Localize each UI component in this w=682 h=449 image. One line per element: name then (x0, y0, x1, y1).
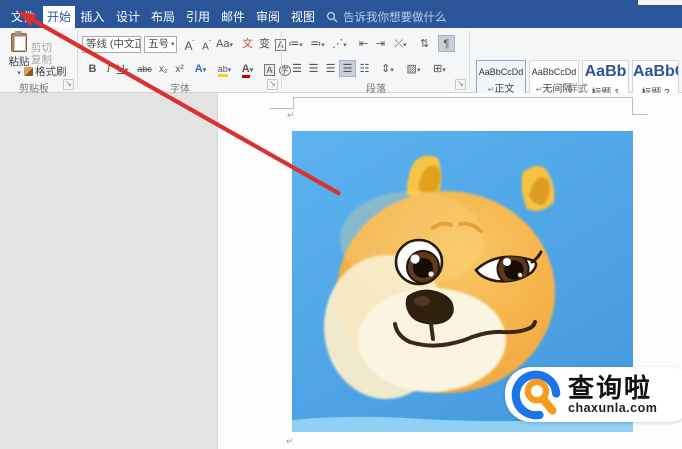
underline-button[interactable]: U▾ (114, 61, 131, 78)
tab-home[interactable]: 开始 (43, 6, 75, 28)
chaxunla-logo-icon (510, 369, 562, 421)
paragraph-dialog-launcher[interactable]: ↘ (455, 79, 466, 90)
decrease-indent-button[interactable]: ⇤ (355, 36, 372, 53)
borders-button[interactable]: ⊞▾ (431, 61, 448, 78)
font-dialog-launcher[interactable]: ↘ (267, 79, 278, 90)
align-center-button[interactable]: ☰ (305, 61, 322, 78)
crop-mark-top-left-v (293, 97, 294, 109)
menubar: 文件 开始 插入 设计 布局 引用 邮件 审阅 视图 告诉我你想要做什么 (0, 0, 682, 28)
crop-mark-top-right-h (632, 114, 648, 115)
tab-layout[interactable]: 布局 (146, 6, 180, 28)
font-color-button[interactable]: A▾ (239, 61, 256, 78)
format-painter-button[interactable]: 格式刷 (24, 64, 67, 79)
multilevel-list-button[interactable]: ⋰▾ (331, 36, 348, 53)
tab-review[interactable]: 审阅 (251, 6, 285, 28)
char-scale-button[interactable]: 变 (256, 36, 273, 53)
shading-button[interactable]: ▨▾ (405, 61, 422, 78)
canvas-left-margin (0, 93, 218, 449)
tab-file[interactable]: 文件 (4, 6, 42, 28)
tab-design[interactable]: 设计 (111, 6, 145, 28)
line-spacing-button[interactable]: ⇕▾ (379, 61, 396, 78)
superscript-button[interactable]: x² (171, 61, 188, 78)
align-left-button[interactable]: ☰ (288, 61, 305, 78)
justify-button[interactable]: ☰ (339, 60, 356, 77)
clipboard-dialog-launcher[interactable]: ↘ (63, 79, 74, 90)
distribute-button[interactable]: ☷ (356, 61, 373, 78)
highlight-button[interactable]: ab▾ (216, 61, 233, 78)
bullets-button[interactable]: ≔▾ (287, 36, 304, 53)
page-top-edge (293, 97, 632, 98)
tab-view[interactable]: 视图 (286, 6, 320, 28)
align-right-button[interactable]: ☰ (322, 61, 339, 78)
asian-layout-button[interactable]: ⤫▾ (392, 36, 409, 53)
search-icon (326, 11, 338, 23)
doge-left-eye (396, 240, 442, 284)
subscript-button[interactable]: x₂ (155, 61, 172, 78)
search-placeholder: 告诉我你想要做什么 (343, 9, 447, 25)
tab-mailings[interactable]: 邮件 (216, 6, 250, 28)
ribbon: 粘贴 ▾ 剪切 复制 格式刷 剪贴板 ↘ 等线 (中文正▾ 五号▾ Aˆ Aˇ … (0, 28, 682, 93)
crop-mark-top-right-v (632, 97, 633, 114)
strikethrough-button[interactable]: abc (136, 61, 153, 78)
watermark-badge: 查询啦 chaxunla.com (505, 367, 682, 422)
text-effects-button[interactable]: A▾ (192, 61, 209, 78)
watermark-domain: chaxunla.com (568, 401, 657, 415)
word-window: 文件 开始 插入 设计 布局 引用 邮件 审阅 视图 告诉我你想要做什么 粘贴 … (0, 0, 682, 449)
paste-icon (11, 32, 27, 51)
paragraph-mark-bottom: ↵ (286, 436, 294, 447)
crop-mark-top-left-h (270, 108, 293, 109)
font-size-select[interactable]: 五号▾ (144, 36, 177, 53)
tab-references[interactable]: 引用 (181, 6, 215, 28)
paragraph-mark-top: ↵ (287, 110, 295, 121)
format-painter-icon (24, 67, 33, 76)
increase-indent-button[interactable]: ⇥ (372, 36, 389, 53)
tab-insert[interactable]: 插入 (76, 6, 109, 28)
tell-me-search[interactable]: 告诉我你想要做什么 (326, 6, 447, 28)
bold-button[interactable]: B (84, 61, 101, 78)
titlebar-fragment (638, 0, 682, 5)
font-name-select[interactable]: 等线 (中文正▾ (82, 36, 141, 53)
ruby-guide-button[interactable]: 文 (239, 36, 256, 53)
watermark-title: 查询啦 (568, 375, 657, 401)
sort-button[interactable]: ⇅ (416, 36, 433, 53)
show-marks-button[interactable]: ¶ (438, 35, 455, 52)
numbering-button[interactable]: ≕▾ (309, 36, 326, 53)
shrink-font-button[interactable]: Aˇ (198, 36, 215, 53)
change-case-button[interactable]: Aa▾ (216, 36, 233, 53)
grow-font-button[interactable]: Aˆ (181, 36, 198, 53)
